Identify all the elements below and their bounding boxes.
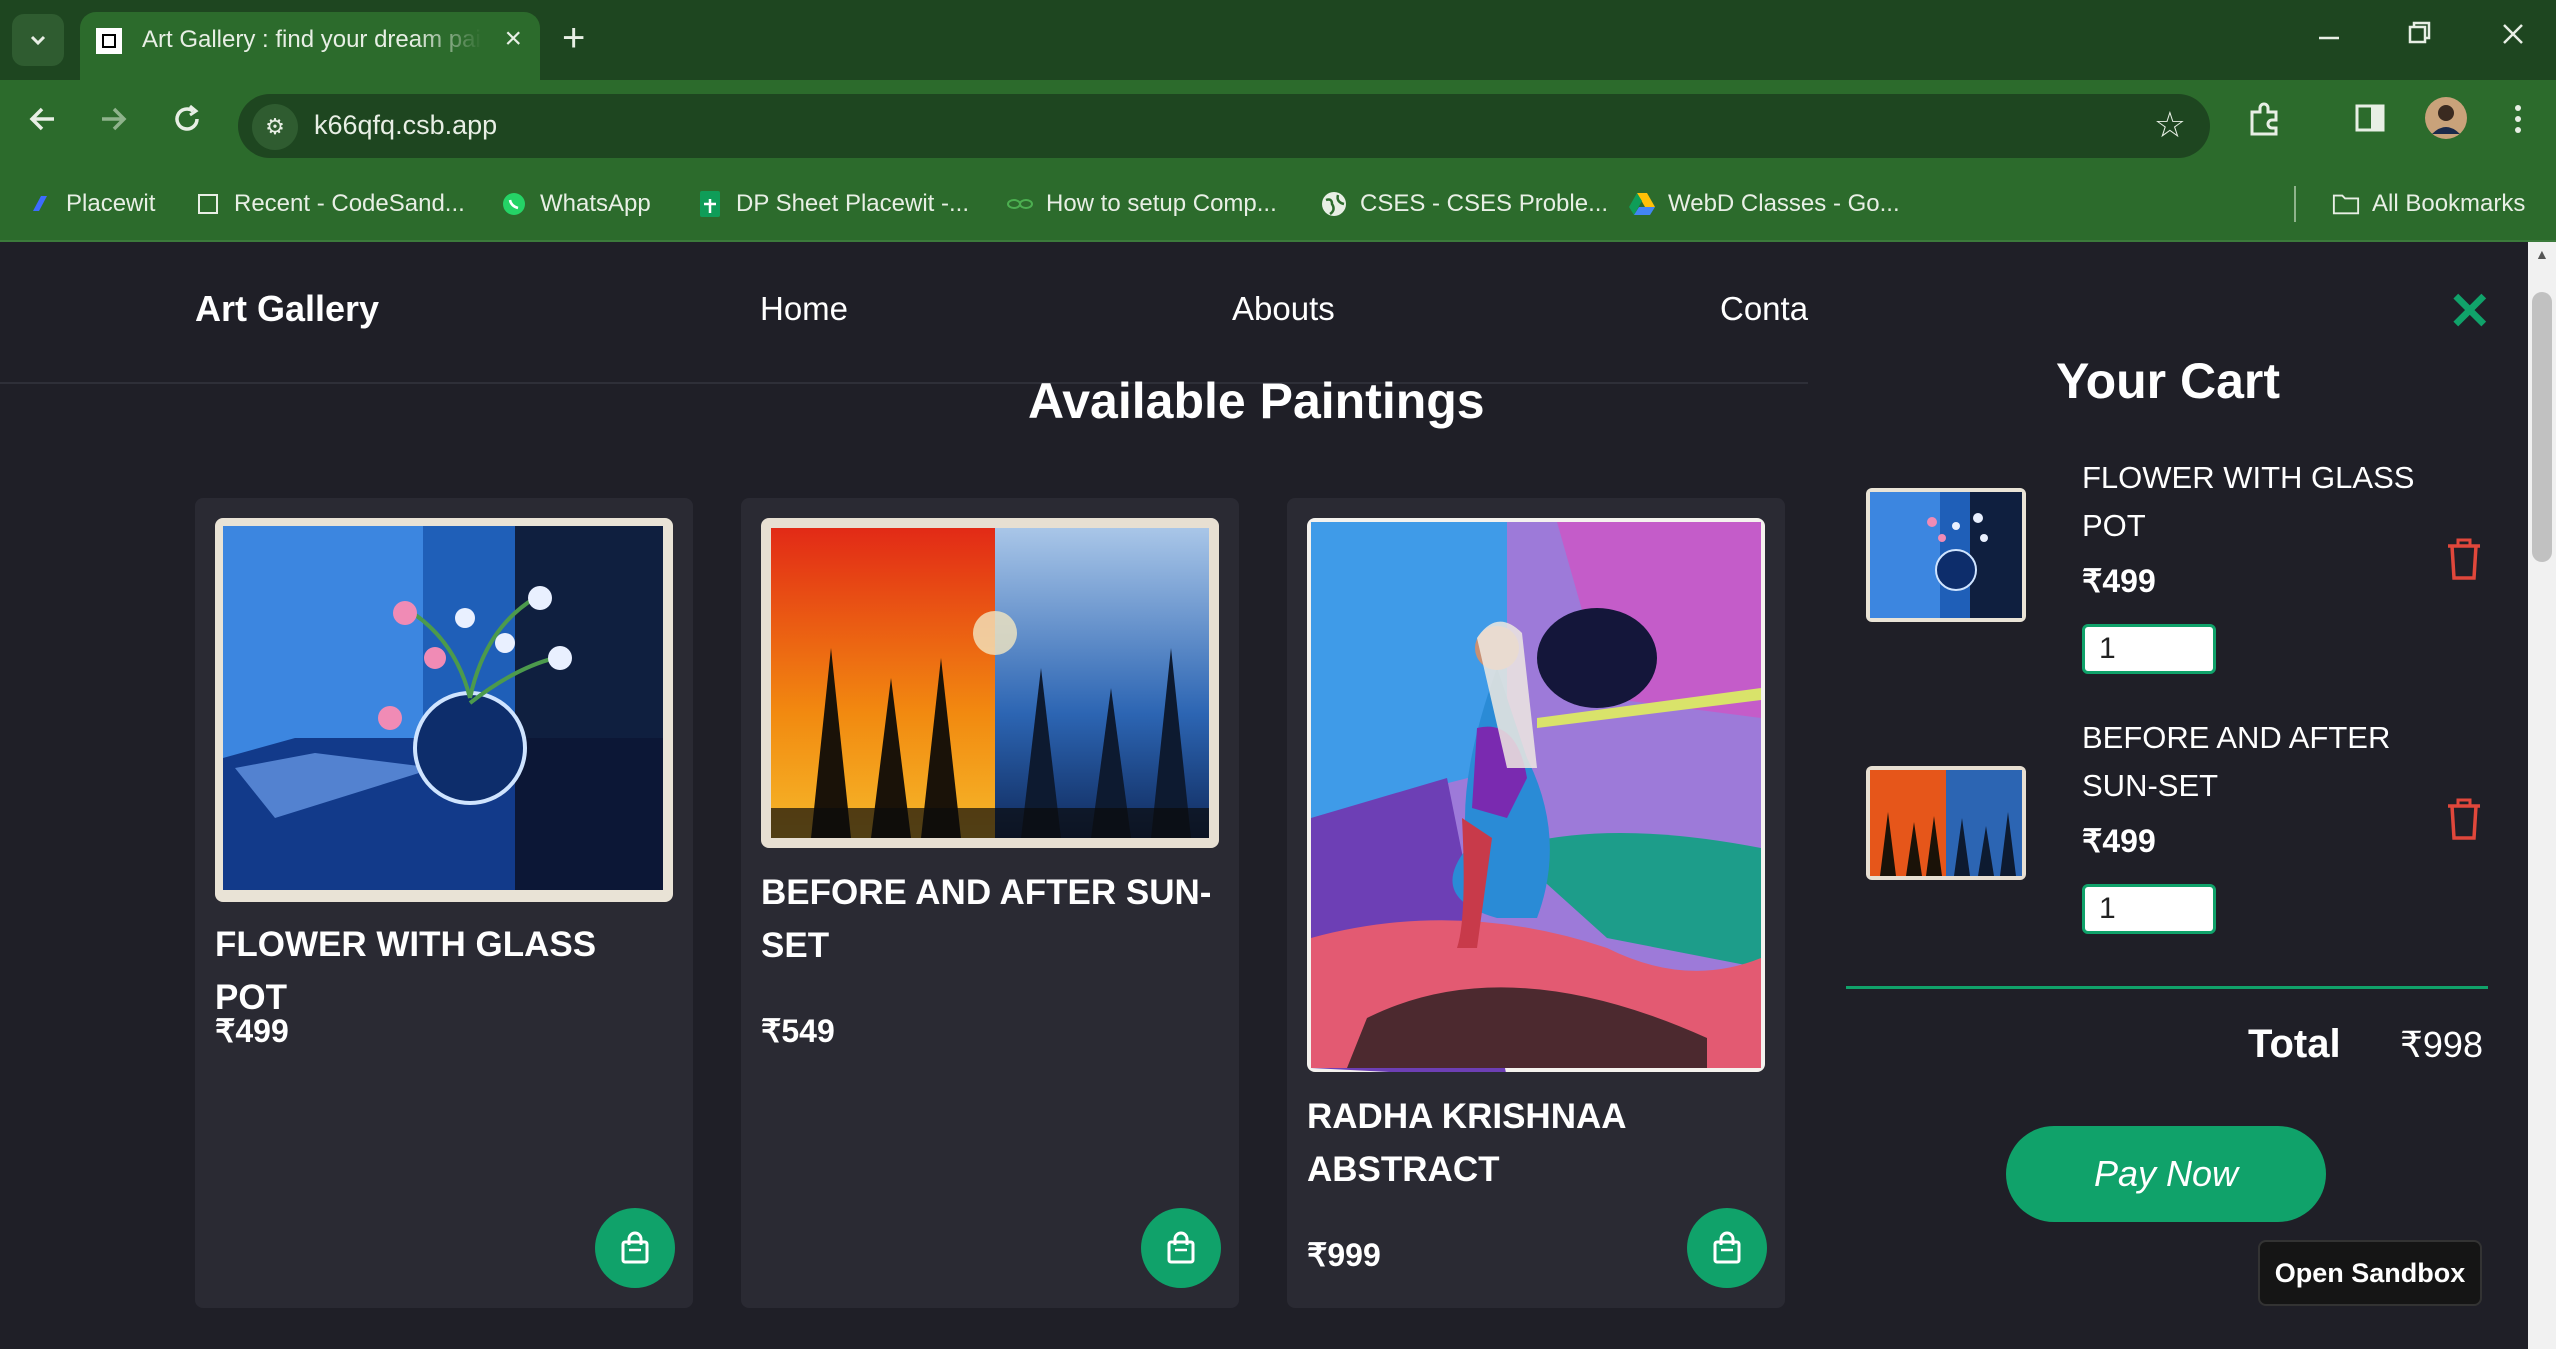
painting-card[interactable]: FLOWER WITH GLASS POT ₹499	[195, 498, 693, 1308]
extensions-icon[interactable]	[2246, 102, 2282, 147]
side-panel-icon[interactable]	[2354, 102, 2386, 143]
menu-kebab-icon[interactable]	[2510, 102, 2526, 145]
profile-avatar[interactable]	[2424, 96, 2468, 149]
cart-item-name: FLOWER WITH GLASS POT	[2082, 460, 2415, 543]
cart-divider	[1846, 986, 2488, 989]
globe-icon	[1320, 190, 1348, 218]
painting-image-sunset[interactable]	[761, 518, 1219, 848]
folder-icon	[2332, 190, 2360, 218]
trash-icon[interactable]	[2444, 536, 2484, 587]
nav-link-home[interactable]: Home	[760, 290, 848, 328]
shopping-bag-icon	[1713, 1231, 1741, 1264]
open-sandbox-button[interactable]: Open Sandbox	[2258, 1240, 2482, 1306]
bookmark-label: WebD Classes - Go...	[1668, 190, 1900, 217]
link-icon	[1006, 190, 1034, 218]
whatsapp-icon	[500, 190, 528, 218]
minimize-icon[interactable]	[2316, 18, 2342, 56]
sheets-icon	[696, 190, 724, 218]
cart-drawer: ✕ Your Cart FLOWER WITH GLASS POT ₹499 1…	[1808, 242, 2528, 1349]
close-window-icon[interactable]	[2500, 18, 2526, 56]
add-to-cart-button[interactable]	[595, 1208, 675, 1288]
bookmark-placewit[interactable]: Placewit	[26, 184, 155, 224]
trash-icon[interactable]	[2444, 796, 2484, 847]
painting-price: ₹999	[1307, 1237, 1381, 1273]
cart-item-price: ₹499	[2082, 563, 2156, 599]
painting-card[interactable]: BEFORE AND AFTER SUN-SET ₹549	[741, 498, 1239, 1308]
tab-title: Art Gallery : find your dream painting	[142, 26, 482, 53]
url-text[interactable]: k66qfq.csb.app	[314, 110, 497, 141]
back-icon[interactable]	[26, 102, 60, 145]
painting-price: ₹499	[215, 1013, 289, 1049]
bookmark-how-to-setup[interactable]: How to setup Comp...	[1006, 184, 1277, 224]
pay-now-button[interactable]: Pay Now	[2006, 1126, 2326, 1222]
bookmark-whatsapp[interactable]: WhatsApp	[500, 184, 651, 224]
bookmarks-bar: Placewit Recent - CodeSand... WhatsApp D…	[0, 170, 2556, 242]
cart-item: FLOWER WITH GLASS POT ₹499	[1866, 454, 2486, 694]
brand-logo[interactable]: Art Gallery	[195, 288, 379, 330]
bookmark-label: DP Sheet Placewit -...	[736, 190, 969, 217]
painting-price: ₹549	[761, 1013, 835, 1049]
painting-title: FLOWER WITH GLASS POT	[215, 925, 597, 1017]
address-bar[interactable]: ⚙ k66qfq.csb.app ☆	[238, 94, 2210, 158]
total-label: Total	[2248, 1022, 2341, 1066]
tab-search-button[interactable]	[12, 14, 64, 66]
quantity-input[interactable]	[2082, 624, 2216, 674]
cart-item-price: ₹499	[2082, 823, 2156, 859]
bookmark-star-icon[interactable]: ☆	[2154, 104, 2186, 146]
add-to-cart-button[interactable]	[1687, 1208, 1767, 1288]
new-tab-button[interactable]: +	[562, 18, 585, 58]
scroll-up-icon[interactable]: ▲	[2535, 246, 2549, 262]
all-bookmarks-label: All Bookmarks	[2372, 190, 2526, 217]
bookmark-dp-sheet[interactable]: DP Sheet Placewit -...	[696, 184, 969, 224]
add-to-cart-button[interactable]	[1141, 1208, 1221, 1288]
scrollbar-thumb[interactable]	[2532, 292, 2552, 562]
bookmarks-divider	[2294, 186, 2296, 222]
site-info-icon[interactable]: ⚙	[252, 104, 298, 150]
page-icon	[194, 190, 222, 218]
cart-item: BEFORE AND AFTER SUN-SET ₹499	[1866, 714, 2486, 954]
painting-title: RADHA KRISHNAA ABSTRACT	[1307, 1097, 1626, 1189]
painting-title: BEFORE AND AFTER SUN-SET	[761, 873, 1212, 965]
section-title: Available Paintings	[1028, 373, 1485, 429]
nav-link-contact[interactable]: Conta	[1720, 290, 1808, 328]
painting-image-radha-krishna[interactable]	[1307, 518, 1765, 1072]
chevron-down-icon	[30, 35, 46, 46]
site-navbar: Art Gallery Home Abouts Conta	[0, 242, 1808, 384]
painting-card[interactable]: RADHA KRISHNAA ABSTRACT ₹999	[1287, 498, 1785, 1308]
shopping-bag-icon	[1167, 1231, 1195, 1264]
cart-item-name: BEFORE AND AFTER SUN-SET	[2082, 720, 2391, 803]
page-scrollbar[interactable]: ▲	[2528, 242, 2556, 1349]
bookmark-label: WhatsApp	[540, 190, 651, 217]
drive-icon	[1628, 190, 1656, 218]
bookmark-label: Recent - CodeSand...	[234, 190, 465, 217]
cart-title: Your Cart	[2055, 353, 2281, 409]
bookmark-cses[interactable]: CSES - CSES Proble...	[1320, 184, 1608, 224]
close-cart-icon[interactable]: ✕	[2448, 282, 2492, 342]
page-viewport: Art Gallery Home Abouts Conta Available …	[0, 242, 2528, 1349]
close-tab-icon[interactable]: ×	[504, 22, 522, 56]
painting-image-flower[interactable]	[215, 518, 673, 902]
site-favicon-icon	[96, 28, 122, 54]
cart-item-thumbnail	[1866, 766, 2026, 880]
quantity-input[interactable]	[2082, 884, 2216, 934]
bookmark-label: How to setup Comp...	[1046, 190, 1277, 217]
nav-link-abouts[interactable]: Abouts	[1232, 290, 1335, 328]
all-bookmarks-button[interactable]: All Bookmarks	[2332, 184, 2525, 224]
bookmark-webd-classes[interactable]: WebD Classes - Go...	[1628, 184, 1900, 224]
forward-icon[interactable]	[96, 102, 130, 145]
reload-icon[interactable]	[170, 102, 204, 145]
browser-toolbar: ⚙ k66qfq.csb.app ☆	[0, 80, 2556, 170]
restore-icon[interactable]	[2406, 18, 2432, 56]
bookmark-codesandbox[interactable]: Recent - CodeSand...	[194, 184, 465, 224]
bookmark-label: CSES - CSES Proble...	[1360, 190, 1609, 217]
cart-item-thumbnail	[1866, 488, 2026, 622]
browser-tab-strip: Art Gallery : find your dream painting ×…	[0, 0, 2556, 80]
active-tab[interactable]: Art Gallery : find your dream painting ×	[80, 12, 540, 80]
bookmark-label: Placewit	[66, 190, 156, 217]
shopping-bag-icon	[621, 1231, 649, 1264]
total-value: ₹998	[2400, 1024, 2483, 1065]
placewit-icon	[26, 190, 54, 218]
